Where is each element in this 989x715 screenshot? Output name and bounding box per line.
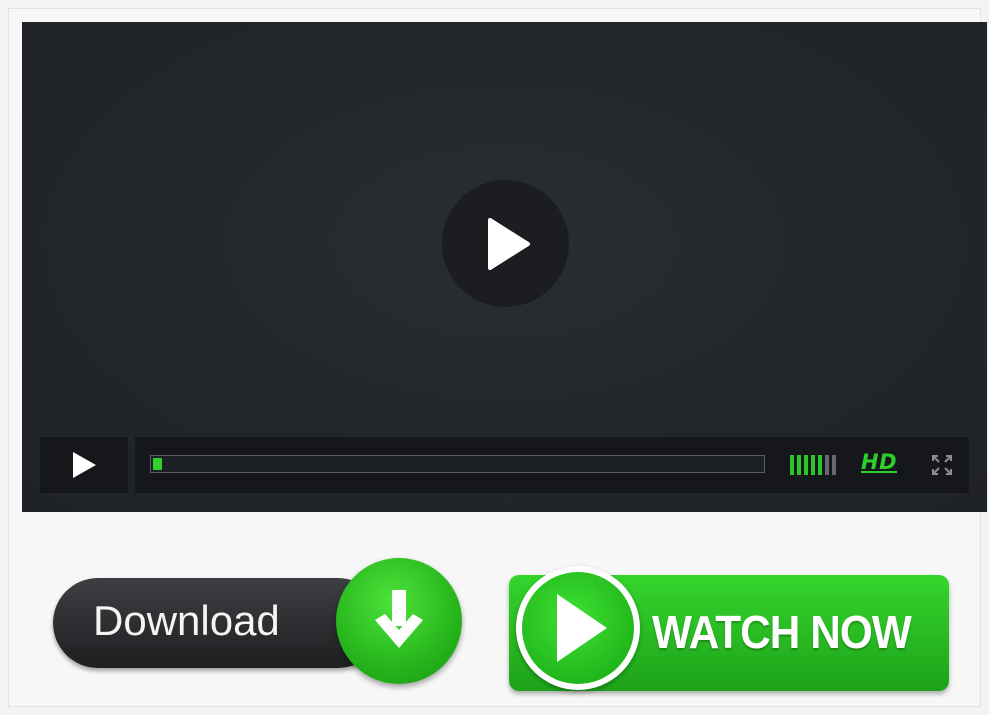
volume-bar bbox=[797, 455, 801, 475]
arrow-down-icon bbox=[375, 590, 423, 648]
watch-now-play-circle bbox=[522, 572, 634, 684]
control-bar: HD bbox=[135, 437, 969, 493]
play-icon bbox=[487, 217, 530, 270]
download-button[interactable]: Download bbox=[53, 578, 383, 668]
watch-now-play-button[interactable] bbox=[516, 566, 640, 690]
hd-toggle[interactable]: HD bbox=[861, 450, 897, 474]
download-label: Download bbox=[93, 597, 280, 644]
volume-bar bbox=[811, 455, 815, 475]
video-player[interactable]: HD bbox=[22, 22, 987, 512]
progress-fill bbox=[153, 458, 163, 470]
play-icon bbox=[557, 594, 607, 662]
download-icon-button[interactable] bbox=[336, 558, 462, 684]
volume-bar bbox=[804, 455, 808, 475]
volume-meter[interactable] bbox=[790, 455, 836, 475]
progress-track[interactable] bbox=[150, 455, 765, 473]
big-play-button[interactable] bbox=[442, 180, 569, 307]
player-controls: HD bbox=[40, 437, 969, 493]
volume-bar bbox=[832, 455, 836, 475]
play-icon bbox=[73, 452, 96, 478]
fullscreen-icon[interactable] bbox=[931, 454, 953, 476]
watch-now-label: WATCH NOW bbox=[652, 606, 912, 658]
volume-bar bbox=[818, 455, 822, 475]
control-play-button[interactable] bbox=[40, 437, 128, 493]
volume-bar bbox=[790, 455, 794, 475]
volume-bar bbox=[825, 455, 829, 475]
